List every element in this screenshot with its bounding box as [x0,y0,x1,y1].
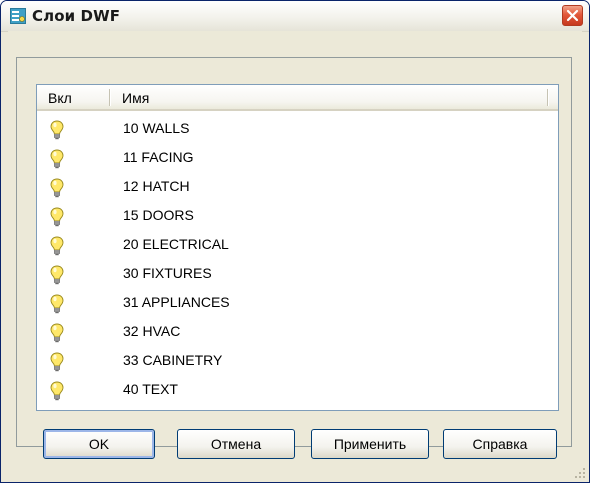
column-divider[interactable] [109,89,111,106]
layer-name: 32 HVAC [123,323,181,339]
dwf-layers-dialog: Слои DWF Вкл Имя 10 WALLS 11 FACING 12 HAT… [0,0,590,483]
lightbulb-on-icon[interactable] [50,120,64,140]
list-item[interactable]: 32 HVAC [37,319,558,345]
apply-button[interactable]: Применить [311,429,429,459]
lightbulb-on-icon[interactable] [50,149,64,169]
layer-name: 15 DOORS [123,207,194,223]
title-bar[interactable]: Слои DWF [1,1,589,32]
layers-dwf-icon [10,8,26,24]
list-item[interactable]: 30 FIXTURES [37,261,558,287]
lightbulb-on-icon[interactable] [50,352,64,372]
list-item[interactable]: 12 HATCH [37,174,558,200]
lightbulb-on-icon[interactable] [50,236,64,256]
help-button[interactable]: Справка [443,429,557,459]
lightbulb-on-icon[interactable] [50,207,64,227]
ok-button[interactable]: OK [43,429,155,459]
list-item[interactable]: 10 WALLS [37,116,558,142]
column-divider[interactable] [547,89,549,106]
lightbulb-on-icon[interactable] [50,294,64,314]
list-header: Вкл Имя [37,85,558,111]
column-header-name[interactable]: Имя [122,90,149,106]
layer-name: 33 CABINETRY [123,352,223,368]
layer-name: 10 WALLS [123,120,190,136]
close-button[interactable] [562,5,583,26]
layer-name: 20 ELECTRICAL [123,236,229,252]
layer-name: 40 TEXT [123,381,178,397]
layer-name: 31 APPLIANCES [123,294,230,310]
list-item[interactable]: 15 DOORS [37,203,558,229]
layer-name: 30 FIXTURES [123,265,212,281]
lightbulb-on-icon[interactable] [50,178,64,198]
list-item[interactable]: 40 TEXT [37,377,558,403]
layer-name: 12 HATCH [123,178,190,194]
list-item[interactable]: 33 CABINETRY [37,348,558,374]
resize-grip-icon[interactable] [574,467,586,479]
lightbulb-on-icon[interactable] [50,265,64,285]
lightbulb-on-icon[interactable] [50,323,64,343]
list-item[interactable]: 11 FACING [37,145,558,171]
layer-name: 11 FACING [123,149,194,165]
window-title: Слои DWF [32,7,121,25]
cancel-button[interactable]: Отмена [177,429,295,459]
list-item[interactable]: 20 ELECTRICAL [37,232,558,258]
close-icon [566,9,579,22]
lightbulb-on-icon[interactable] [50,381,64,401]
list-item[interactable]: 31 APPLIANCES [37,290,558,316]
column-header-on[interactable]: Вкл [48,90,72,106]
layers-list[interactable]: Вкл Имя 10 WALLS 11 FACING 12 HATCH 15 DOOR… [36,84,559,411]
